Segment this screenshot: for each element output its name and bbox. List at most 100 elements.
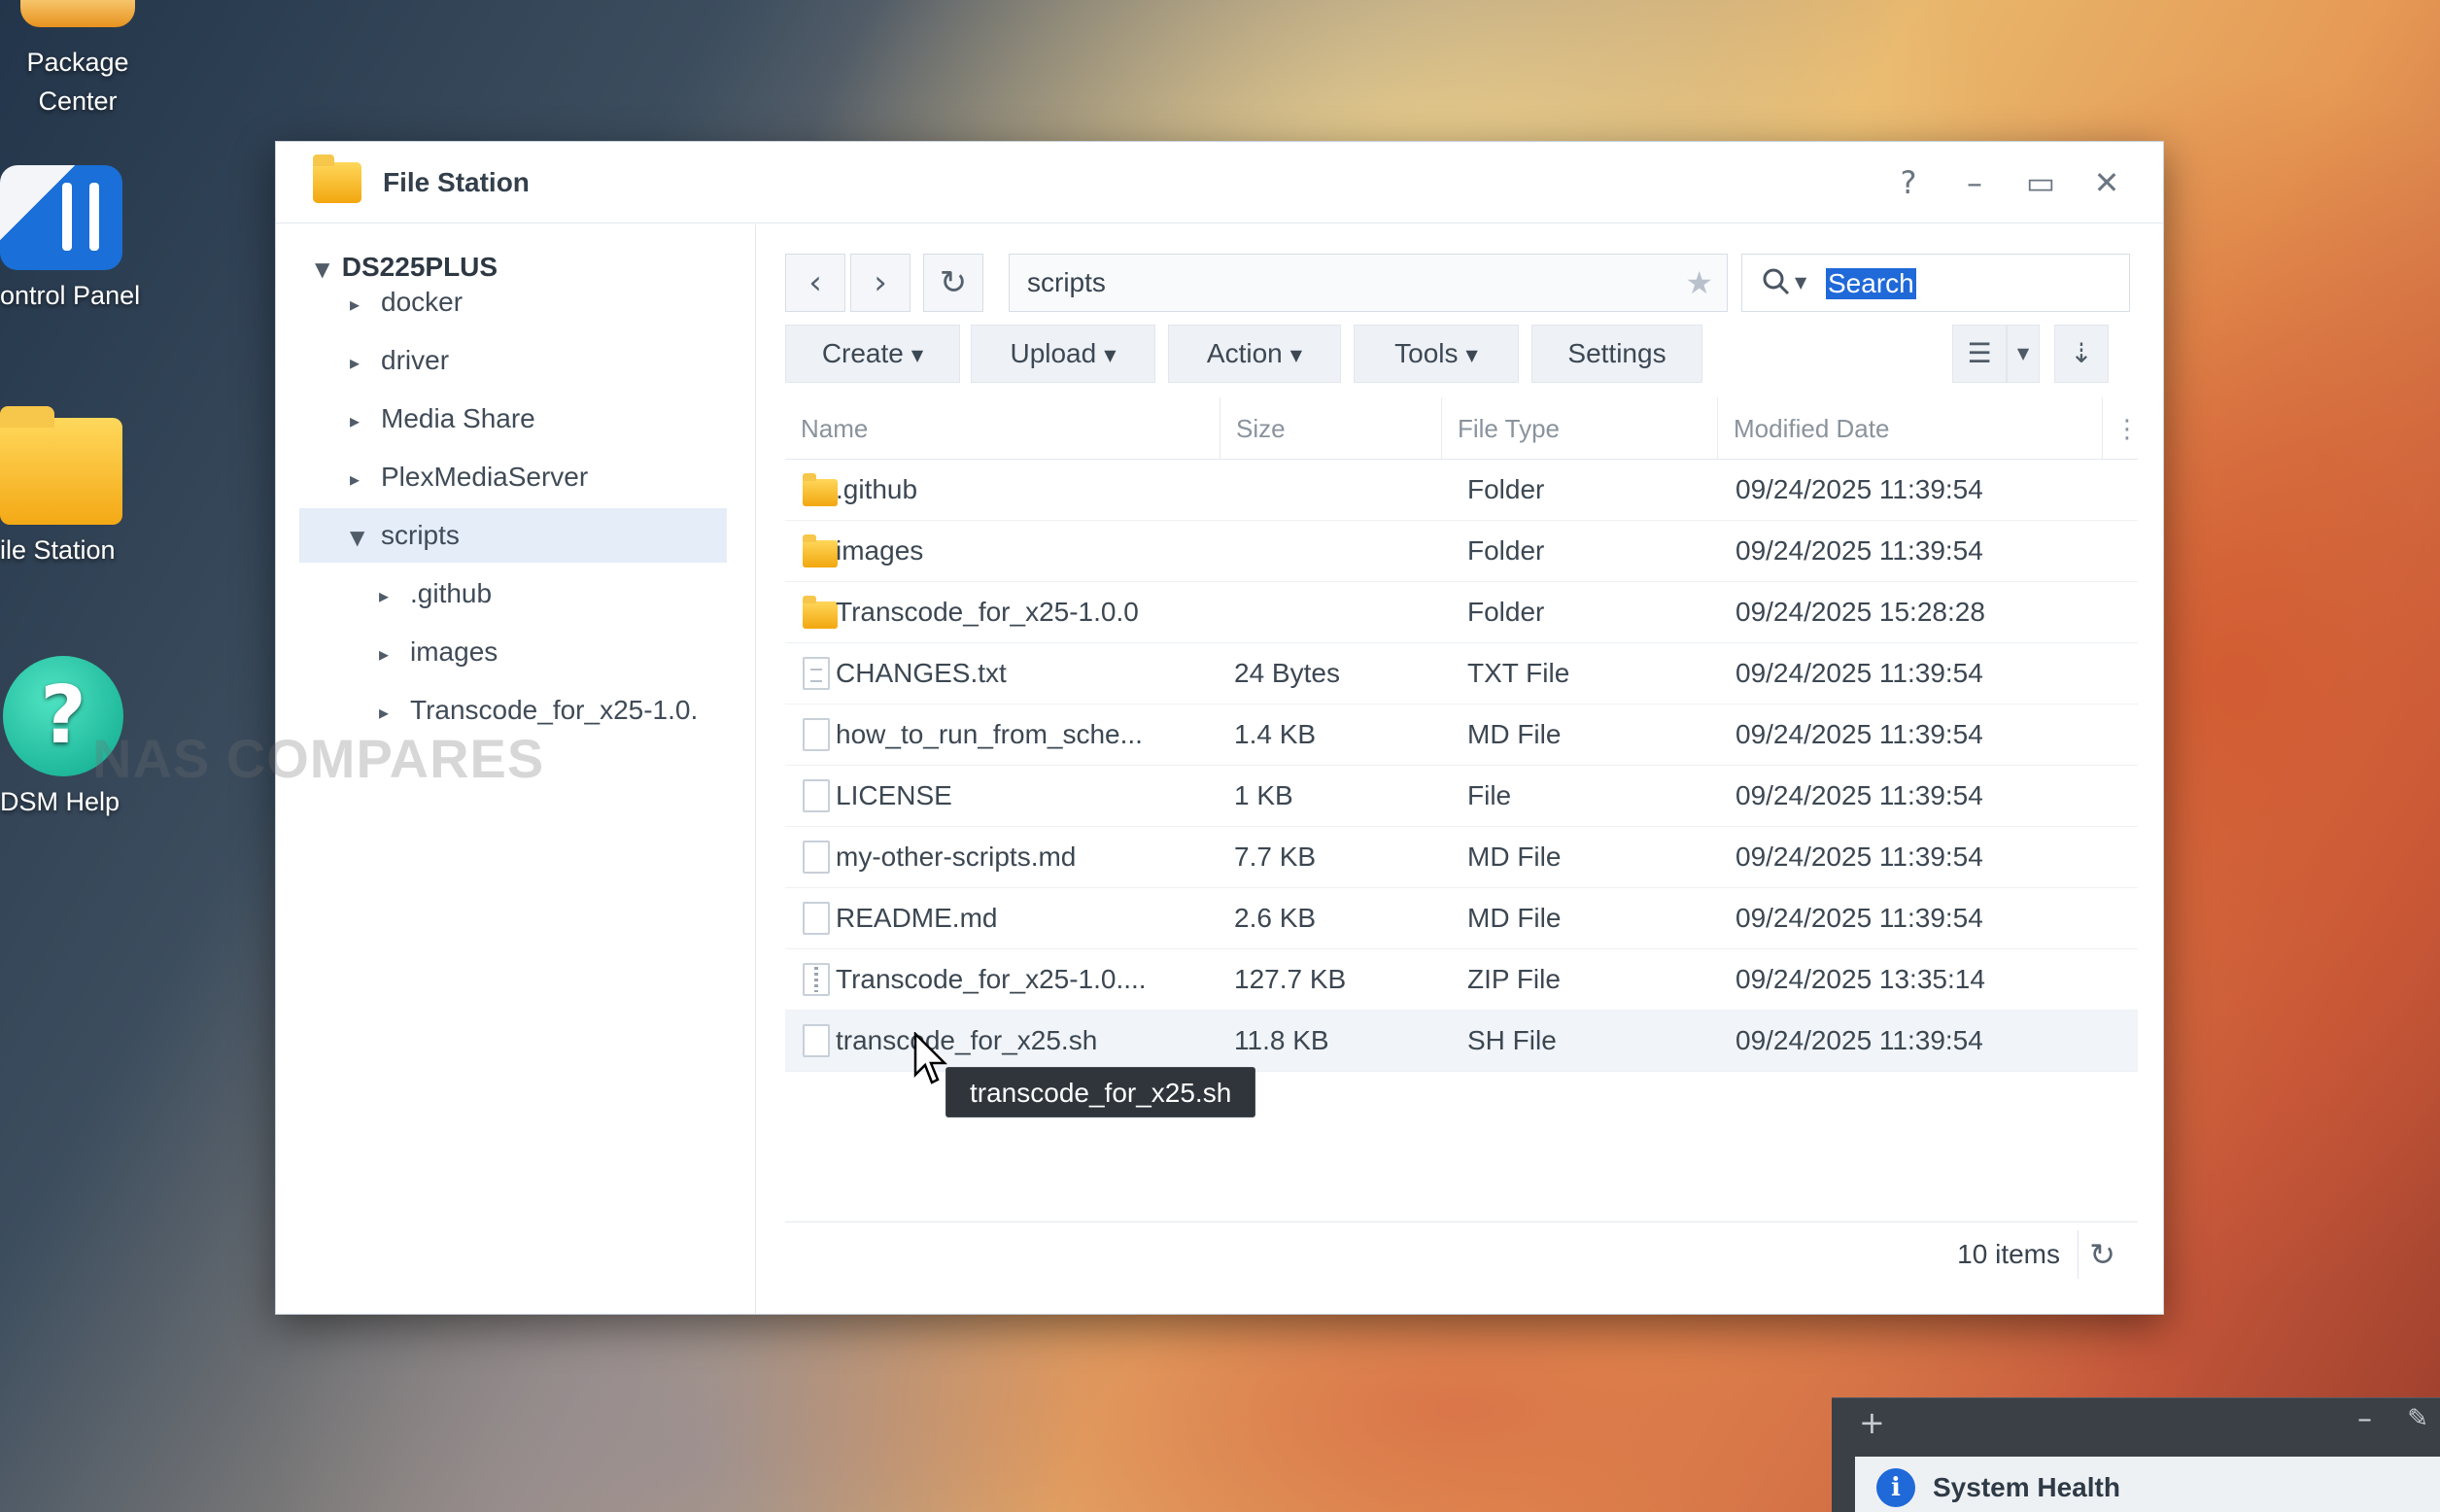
table-row[interactable]: Transcode_for_x25-1.0.0 Folder 09/24/2025 … — [785, 582, 2138, 643]
caret-right-icon[interactable]: ▸ — [350, 394, 369, 446]
desktop-icon-package-center[interactable]: Package Center — [0, 0, 155, 120]
file-modified-date: 09/24/2025 11:39:54 — [1735, 719, 1983, 749]
caret-right-icon[interactable]: ▸ — [350, 277, 369, 329]
settings-button[interactable]: Settings — [1531, 325, 1702, 383]
file-size: 7.7 KB — [1234, 842, 1317, 872]
folder-icon — [803, 473, 838, 506]
refresh-button[interactable]: ↻ — [923, 254, 983, 312]
caret-right-icon[interactable]: ▸ — [379, 627, 398, 679]
tree-item-scripts[interactable]: ▼ scripts — [299, 508, 727, 563]
caret-right-icon[interactable]: ▸ — [379, 568, 398, 621]
tree-item-images[interactable]: ▸ images — [379, 625, 498, 679]
maximize-button[interactable]: ▭ — [2019, 161, 2062, 204]
file-name: Transcode_for_x25-1.0.0 — [836, 597, 1139, 627]
column-name[interactable]: Name — [785, 397, 1220, 460]
table-row[interactable]: images Folder 09/24/2025 11:39:54 — [785, 521, 2138, 582]
table-row[interactable]: README.md 2.6 KB MD File 09/24/2025 11:39:5… — [785, 888, 2138, 949]
chevron-right-icon: › — [874, 263, 887, 302]
table-row[interactable]: LICENSE 1 KB File 09/24/2025 11:39:54 — [785, 766, 2138, 827]
tree-item-docker[interactable]: ▸ docker — [350, 275, 463, 329]
caret-right-icon[interactable]: ▸ — [350, 335, 369, 388]
column-file-type[interactable]: File Type — [1442, 397, 1718, 460]
table-row[interactable]: CHANGES.txt 24 Bytes TXT File 09/24/2025 11… — [785, 643, 2138, 704]
tree-item-label: images — [410, 636, 498, 667]
sort-button[interactable]: ⇣ — [2054, 325, 2109, 383]
caret-down-icon: ▼ — [315, 258, 330, 281]
list-view-button[interactable]: ☰ — [1952, 325, 2007, 383]
file-modified-date: 09/24/2025 15:28:28 — [1735, 597, 1985, 627]
filename-tooltip: transcode_for_x25.sh — [945, 1067, 1256, 1117]
upload-button[interactable]: Upload ▼ — [971, 325, 1155, 383]
search-input[interactable]: ▼ Search — [1741, 254, 2130, 312]
list-view-icon: ☰ — [1967, 337, 1992, 369]
file-icon — [803, 841, 830, 874]
file-station-icon — [0, 406, 122, 525]
tree-item-label: Transcode_for_x25-1.0. — [410, 695, 699, 725]
table-row[interactable]: .github Folder 09/24/2025 11:39:54 — [785, 460, 2138, 521]
system-health-panel[interactable]: i System Health — [1855, 1457, 2440, 1512]
add-widget-icon[interactable]: + — [1859, 1404, 1885, 1441]
desktop-icon-file-station[interactable]: ile Station — [0, 406, 146, 569]
caret-right-icon[interactable]: ▸ — [350, 452, 369, 504]
pin-icon[interactable]: ✎ — [2407, 1404, 2428, 1433]
tree-item-label: docker — [381, 287, 464, 317]
tree-item-driver[interactable]: ▸ driver — [350, 333, 449, 388]
file-name: LICENSE — [836, 780, 952, 810]
table-header: Name Size File Type Modified Date ⋮ — [785, 397, 2140, 460]
file-modified-date: 09/24/2025 11:39:54 — [1735, 474, 1983, 504]
tree-item-plexmediaserver[interactable]: ▸ PlexMediaServer — [350, 450, 588, 504]
star-icon[interactable]: ★ — [1685, 255, 1713, 311]
table-row[interactable]: my-other-scripts.md 7.7 KB MD File 09/24/20… — [785, 827, 2138, 888]
help-button[interactable]: ? — [1887, 161, 1930, 204]
file-modified-date: 09/24/2025 11:39:54 — [1735, 535, 1983, 566]
items-count: 10 items — [1957, 1239, 2060, 1269]
view-options-button[interactable]: ▼ — [2007, 325, 2040, 383]
create-button[interactable]: Create ▼ — [785, 325, 960, 383]
file-type: ZIP File — [1467, 964, 1561, 994]
file-type: MD File — [1467, 903, 1562, 933]
zip-file-icon — [803, 963, 830, 996]
search-icon — [1763, 268, 1790, 295]
file-type: File — [1467, 780, 1512, 810]
file-modified-date: 09/24/2025 11:39:54 — [1735, 903, 1983, 933]
table-row[interactable]: how_to_run_from_sche... 1.4 KB MD File 09/2… — [785, 704, 2138, 766]
column-options-icon[interactable]: ⋮ — [2103, 397, 2140, 460]
folder-icon — [803, 596, 838, 629]
tree-item-label: Media Share — [381, 403, 535, 433]
window-titlebar[interactable]: File Station ? – ▭ ✕ — [276, 142, 2163, 223]
minimize-widget-icon[interactable]: – — [2357, 1402, 2372, 1436]
file-size: 2.6 KB — [1234, 903, 1317, 933]
file-type: SH File — [1467, 1025, 1557, 1055]
forward-button[interactable]: › — [850, 254, 911, 312]
column-size[interactable]: Size — [1220, 397, 1442, 460]
refresh-icon[interactable]: ↻ — [2078, 1230, 2126, 1279]
back-button[interactable]: ‹ — [785, 254, 845, 312]
caret-down-icon[interactable]: ▼ — [350, 510, 369, 563]
minimize-button[interactable]: – — [1953, 161, 1996, 204]
file-name: images — [836, 535, 924, 566]
create-label: Create — [821, 338, 904, 368]
path-field[interactable]: scripts ★ — [1009, 254, 1728, 312]
folder-icon — [313, 154, 361, 203]
tree-item-media-share[interactable]: ▸ Media Share — [350, 392, 535, 446]
file-name: README.md — [836, 903, 998, 933]
tree-item-label: PlexMediaServer — [381, 462, 589, 492]
tree-item-label: scripts — [381, 520, 460, 550]
system-health-widget: + – ✎ i System Health — [1832, 1397, 2440, 1512]
desktop-icon-control-panel[interactable]: ontrol Panel — [0, 165, 155, 315]
file-type: MD File — [1467, 719, 1562, 749]
tools-button[interactable]: Tools ▼ — [1354, 325, 1519, 383]
file-station-window: File Station ? – ▭ ✕ ▼ DS225PLUS ▸ docker… — [275, 141, 2164, 1315]
file-station-label: ile Station — [0, 535, 116, 565]
table-row[interactable]: Transcode_for_x25-1.0.... 127.7 KB ZIP Fil… — [785, 949, 2138, 1011]
table-row[interactable]: transcode_for_x25.sh 11.8 KB SH File 09/24/… — [785, 1011, 2138, 1072]
action-button[interactable]: Action ▼ — [1168, 325, 1341, 383]
column-modified-date[interactable]: Modified Date — [1718, 397, 2103, 460]
tools-label: Tools — [1394, 338, 1459, 368]
tree-item-github[interactable]: ▸ .github — [379, 567, 492, 621]
file-table: Name Size File Type Modified Date ⋮ .git… — [785, 397, 2140, 1072]
close-button[interactable]: ✕ — [2085, 161, 2128, 204]
file-type: TXT File — [1467, 658, 1570, 688]
file-size: 1 KB — [1234, 780, 1293, 810]
search-options-caret-icon[interactable]: ▼ — [1795, 255, 1806, 311]
